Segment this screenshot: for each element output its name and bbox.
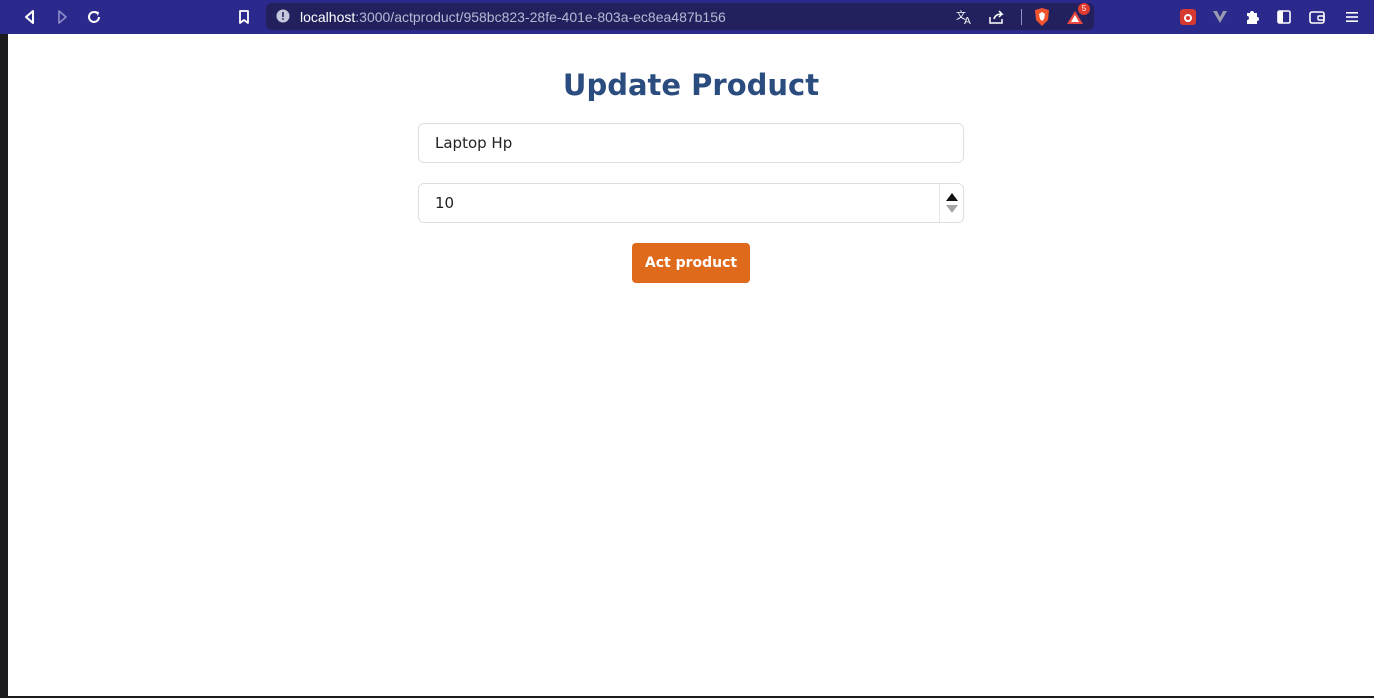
window-edge [0,0,8,698]
reload-icon[interactable] [82,5,106,29]
act-product-button[interactable]: Act product [632,243,750,283]
browser-toolbar: localhost:3000/actproduct/958bc823-28fe-… [0,0,1374,34]
page-content: Update Product Laptop Hp 10 Act product [8,34,1374,696]
bookmark-icon[interactable] [232,5,256,29]
decrement-arrow-icon[interactable] [945,205,958,213]
url-path: :3000/actproduct/958bc823-28fe-401e-803a… [355,9,726,25]
product-name-value: Laptop Hp [435,134,513,152]
page-title: Update Product [562,68,820,102]
extension-red-icon[interactable] [1176,5,1200,29]
url-text[interactable]: localhost:3000/actproduct/958bc823-28fe-… [300,9,726,25]
site-info-icon[interactable] [276,9,290,28]
back-icon[interactable] [18,5,42,29]
forward-icon[interactable] [50,5,74,29]
translate-icon[interactable]: 文A [955,7,975,27]
brave-shields-icon[interactable] [1032,7,1052,27]
menu-icon[interactable] [1340,5,1364,29]
quantity-input[interactable]: 10 [418,183,964,223]
sidebar-icon[interactable] [1272,5,1296,29]
svg-text:A: A [964,16,971,25]
extensions-puzzle-icon[interactable] [1240,5,1264,29]
share-icon[interactable] [987,7,1007,27]
product-name-input[interactable]: Laptop Hp [418,123,964,163]
url-host: localhost [300,9,356,25]
quantity-value: 10 [435,194,455,212]
rewards-badge: 5 [1078,3,1090,15]
address-bar[interactable]: localhost:3000/actproduct/958bc823-28fe-… [266,3,1094,30]
wallet-icon[interactable] [1305,5,1329,29]
quantity-stepper[interactable] [939,184,963,222]
increment-arrow-icon[interactable] [945,193,958,201]
vpn-icon[interactable] [1208,5,1232,29]
address-bar-divider [1021,9,1022,25]
brave-rewards-icon[interactable]: 5 [1065,3,1090,27]
